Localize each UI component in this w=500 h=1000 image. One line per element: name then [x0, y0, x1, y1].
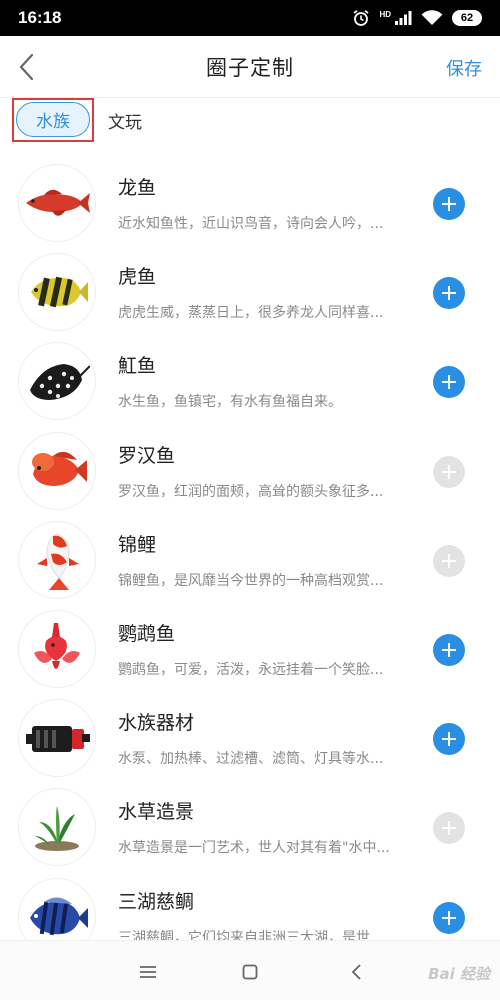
status-time: 16:18: [18, 8, 62, 27]
add-button[interactable]: [433, 188, 465, 220]
item-description: 水草造景是一门艺术，世人对其有着"水中...: [118, 840, 390, 857]
alarm-icon: [352, 9, 370, 27]
list-item[interactable]: 鹦鹉鱼 鹦鹉鱼，可爱，活泼，永远挂着一个笑脸...: [0, 604, 500, 693]
add-button[interactable]: [433, 277, 465, 310]
item-description: 近水知鱼性，近山识鸟音，诗向会人吟，...: [118, 216, 384, 232]
arowana-icon: [18, 164, 96, 242]
status-bar: 16:18 HD 62: [0, 0, 500, 36]
plus-icon: [442, 464, 456, 479]
add-button[interactable]: [433, 366, 465, 399]
back-button[interactable]: [12, 50, 42, 84]
header: 圈子定制 保存: [0, 36, 500, 98]
item-name: 罗汉鱼: [118, 444, 176, 467]
tiger-fish-icon: [18, 253, 96, 332]
add-button[interactable]: [433, 812, 465, 845]
item-name: 三湖慈鲷: [118, 890, 195, 913]
item-description: 鹦鹉鱼，可爱，活泼，永远挂着一个笑脸...: [118, 661, 384, 678]
item-description: 水生鱼，鱼镇宅，有水有鱼福自来。: [118, 394, 342, 411]
hd-label: HD: [379, 9, 391, 19]
add-button[interactable]: [433, 901, 465, 934]
list-item[interactable]: 龙鱼 近水知鱼性，近山识鸟音，诗向会人吟，...: [0, 158, 500, 247]
item-name: 水草造景: [118, 801, 195, 824]
add-button[interactable]: [433, 455, 465, 488]
stingray-icon: [18, 342, 96, 421]
list-item[interactable]: 罗汉鱼 罗汉鱼，红润的面颊，高耸的额头象征多...: [0, 426, 500, 515]
water-pump-icon: [18, 699, 96, 778]
plus-icon: [442, 732, 456, 747]
list-item[interactable]: 魟鱼 水生鱼，鱼镇宅，有水有鱼福自来。: [0, 336, 500, 425]
parrot-fish-icon: [18, 609, 96, 688]
tab-antiques[interactable]: 文玩: [108, 108, 142, 133]
aquatic-plant-icon: [18, 788, 96, 867]
item-name: 锦鲤: [118, 533, 157, 556]
plus-icon: [442, 642, 456, 657]
menu-icon[interactable]: [135, 959, 161, 985]
list-item[interactable]: 水族器材 水泵、加热棒、过滤槽、滤筒、灯具等水...: [0, 693, 500, 782]
plus-icon: [442, 286, 456, 301]
plus-icon: [442, 553, 456, 568]
home-square-icon[interactable]: [237, 959, 263, 985]
add-button[interactable]: [433, 544, 465, 577]
wifi-icon: [421, 10, 443, 26]
page-title: 圈子定制: [206, 55, 294, 80]
plus-icon: [442, 910, 456, 925]
save-button[interactable]: 保存: [446, 55, 482, 81]
list-item[interactable]: 水草造景 水草造景是一门艺术，世人对其有着"水中...: [0, 782, 500, 871]
item-description: 罗汉鱼，红润的面颊，高耸的额头象征多...: [118, 483, 384, 500]
plus-icon: [442, 375, 456, 390]
item-name: 虎鱼: [118, 266, 157, 289]
plus-icon: [442, 821, 456, 836]
add-button[interactable]: [433, 633, 465, 666]
add-button[interactable]: [433, 723, 465, 756]
item-description: 虎虎生威，蒸蒸日上，很多养龙人同样喜...: [118, 305, 384, 322]
item-name: 水族器材: [118, 712, 195, 735]
item-description: 锦鲤鱼，是风靡当今世界的一种高档观赏...: [118, 572, 384, 589]
back-triangle-icon[interactable]: [343, 959, 369, 985]
plus-icon: [442, 197, 456, 211]
item-name: 魟鱼: [118, 355, 157, 378]
list-item[interactable]: 虎鱼 虎虎生威，蒸蒸日上，很多养龙人同样喜...: [0, 247, 500, 336]
status-icons: HD 62: [352, 9, 482, 27]
system-nav-bar: Bai 经验: [0, 940, 500, 1000]
koi-icon: [18, 520, 96, 599]
list-item[interactable]: 锦鲤 锦鲤鱼，是风靡当今世界的一种高档观赏...: [0, 515, 500, 604]
chevron-left-icon: [19, 53, 34, 81]
flowerhorn-icon: [18, 431, 96, 510]
item-name: 龙鱼: [118, 177, 157, 199]
item-description: 水泵、加热棒、过滤槽、滤筒、灯具等水...: [118, 751, 384, 768]
tab-aquarium[interactable]: 水族: [16, 102, 90, 137]
circle-list: 龙鱼 近水知鱼性，近山识鸟音，诗向会人吟，... 虎鱼 虎虎生威，蒸蒸日上，很多…: [0, 158, 500, 961]
watermark: Bai 经验: [428, 965, 490, 983]
battery-icon: 62: [452, 10, 482, 26]
item-name: 鹦鹉鱼: [118, 622, 176, 645]
signal-icon: [394, 10, 412, 26]
category-tabs: 水族 文玩: [0, 98, 500, 148]
